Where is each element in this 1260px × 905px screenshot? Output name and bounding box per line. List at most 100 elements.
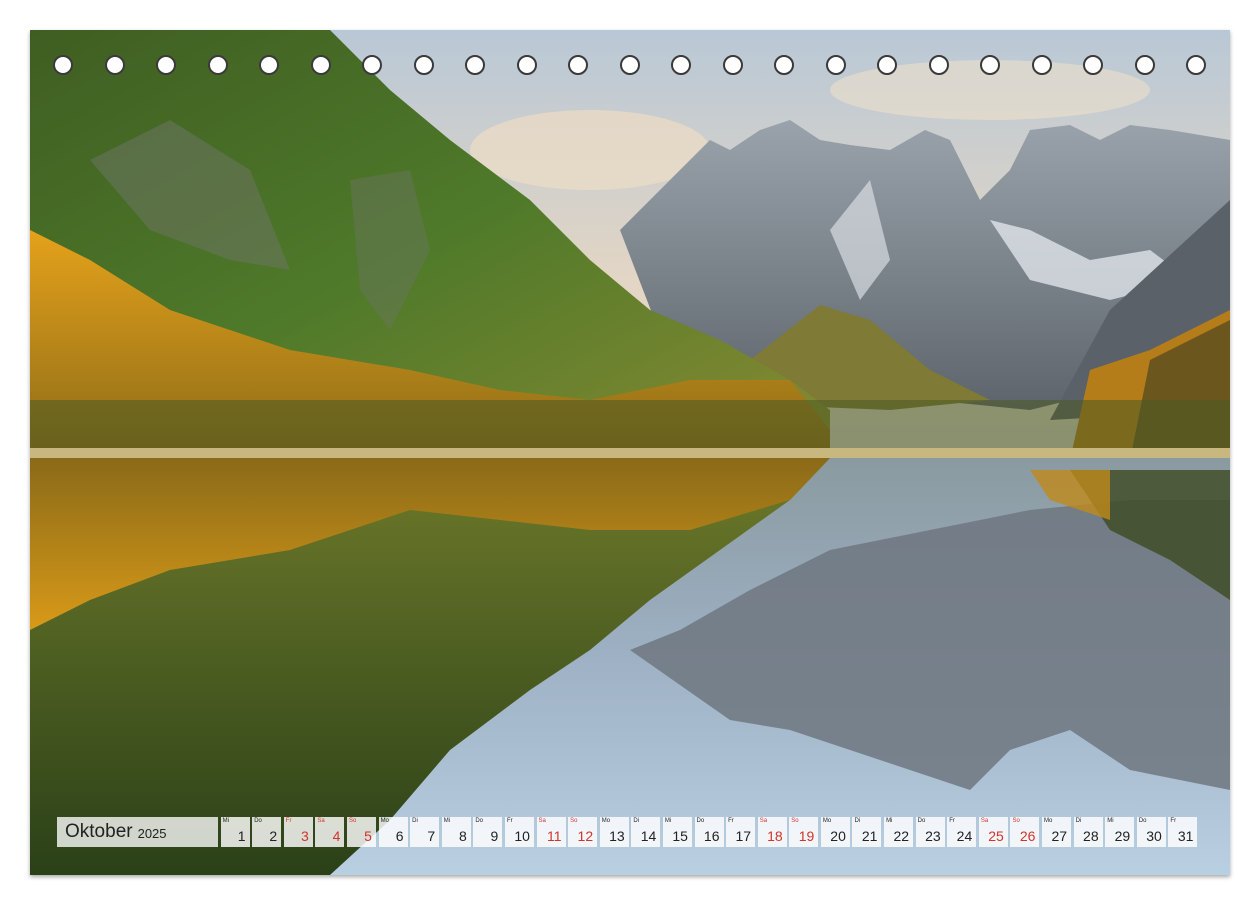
day-cell: So 26 (1010, 817, 1040, 847)
day-number: 6 (395, 828, 404, 844)
weekday-label: Mi (886, 818, 893, 824)
day-number: 28 (1083, 828, 1099, 844)
weekday-label: Do (696, 818, 705, 824)
day-cell: Do 30 (1136, 817, 1166, 847)
day-cell: Sa 25 (978, 817, 1008, 847)
weekday-label: Sa (759, 818, 768, 824)
day-number: 31 (1177, 828, 1194, 844)
binding-hole (928, 55, 949, 75)
day-cell: Do 2 (252, 817, 282, 847)
day-cell: Do 23 (915, 817, 945, 847)
day-cell: Do 9 (473, 817, 503, 847)
binding-hole (671, 55, 691, 75)
day-number: 12 (577, 828, 594, 844)
weekday-label: Do (254, 818, 262, 824)
weekday-label: Mo (1044, 818, 1053, 824)
day-cell: Mo 6 (378, 817, 408, 847)
weekday-label: Fr (285, 818, 292, 824)
year-label: 2025 (137, 826, 167, 841)
day-number: 17 (735, 828, 752, 844)
weekday-label: Fr (506, 818, 513, 824)
day-cell: Di 14 (631, 817, 661, 847)
binding-hole (104, 55, 125, 75)
day-number: 5 (364, 828, 372, 844)
day-cell: Sa 11 (536, 817, 566, 847)
weekday-label: So (791, 818, 799, 824)
binding-hole (259, 55, 279, 75)
weekday-label: Mo (601, 818, 611, 824)
binding-hole (722, 55, 743, 75)
binding-hole (1186, 55, 1206, 75)
binding-hole (516, 55, 537, 75)
binding-holes (30, 30, 1230, 110)
day-cell: Di 28 (1073, 817, 1103, 847)
day-cells: Mi 1 Do 2 Fr 3 Sa 4 So 5 Mo 6 Di 7 Mi 8 Do 9 Fr 10 Sa 11 So 12 M… (220, 817, 1198, 847)
weekday-label: Mi (1107, 818, 1114, 824)
day-number: 22 (893, 828, 910, 844)
day-cell: Di 7 (410, 817, 440, 847)
weekday-label: Fr (728, 818, 734, 824)
day-cell: Mi 1 (220, 817, 250, 847)
day-cell: Mi 8 (441, 817, 471, 847)
day-cell: So 12 (568, 817, 598, 847)
binding-hole (413, 55, 434, 75)
weekday-label: Do (475, 818, 484, 824)
day-cell: Mi 22 (884, 817, 914, 847)
day-cell: So 19 (789, 817, 819, 847)
month-label-box: Oktober 2025 (57, 817, 218, 847)
binding-hole (156, 55, 176, 75)
weekday-label: Mi (222, 818, 229, 824)
binding-hole (362, 55, 382, 75)
day-cell: Do 16 (694, 817, 724, 847)
day-number: 11 (546, 828, 562, 844)
day-cell: Fr 24 (947, 817, 977, 847)
day-cell: Mi 15 (662, 817, 692, 847)
weekday-label: Di (854, 818, 861, 824)
weekday-label: Sa (538, 818, 546, 824)
day-number: 30 (1146, 828, 1162, 844)
calendar-page (30, 30, 1230, 875)
weekday-label: Di (1075, 818, 1082, 824)
day-number: 7 (427, 828, 436, 844)
day-number: 29 (1114, 828, 1131, 844)
day-number: 21 (861, 828, 878, 844)
landscape-photo (30, 30, 1230, 875)
day-number: 9 (490, 828, 499, 844)
day-number: 10 (514, 828, 530, 844)
day-number: 24 (956, 828, 973, 844)
weekday-label: Mi (664, 818, 672, 824)
calendar-strip: Oktober 2025 Mi 1 Do 2 Fr 3 Sa 4 So 5 Mo 6 Di 7 Mi 8 Do 9… (57, 817, 1198, 847)
weekday-label: So (570, 818, 578, 824)
day-number: 20 (830, 828, 846, 844)
day-number: 2 (269, 828, 278, 844)
weekday-label: Do (1138, 818, 1147, 824)
weekday-label: Fr (949, 818, 955, 824)
day-number: 25 (988, 828, 1004, 844)
weekday-label: Do (917, 818, 926, 824)
day-cell: Mi 29 (1105, 817, 1135, 847)
day-number: 8 (458, 828, 467, 844)
month-name: Oktober (65, 821, 133, 842)
binding-hole (1031, 55, 1052, 75)
weekday-label: Mo (380, 818, 389, 824)
day-number: 19 (798, 828, 815, 844)
day-cell: Mo 20 (820, 817, 850, 847)
binding-hole (1134, 55, 1155, 75)
day-number: 3 (300, 828, 309, 844)
binding-hole (53, 55, 73, 75)
day-number: 14 (640, 828, 657, 844)
binding-hole (877, 55, 897, 75)
day-number: 26 (1019, 828, 1036, 844)
day-number: 4 (332, 828, 341, 844)
day-cell: Fr 31 (1168, 817, 1198, 847)
weekday-label: Sa (317, 818, 325, 824)
weekday-label: Fr (1170, 818, 1177, 824)
day-cell: Fr 17 (726, 817, 756, 847)
day-cell: Sa 18 (757, 817, 787, 847)
binding-hole (310, 55, 331, 75)
weekday-label: Sa (980, 818, 989, 824)
day-cell: Fr 10 (504, 817, 534, 847)
weekday-label: So (348, 818, 357, 824)
day-cell: Fr 3 (283, 817, 313, 847)
day-number: 18 (767, 828, 783, 844)
